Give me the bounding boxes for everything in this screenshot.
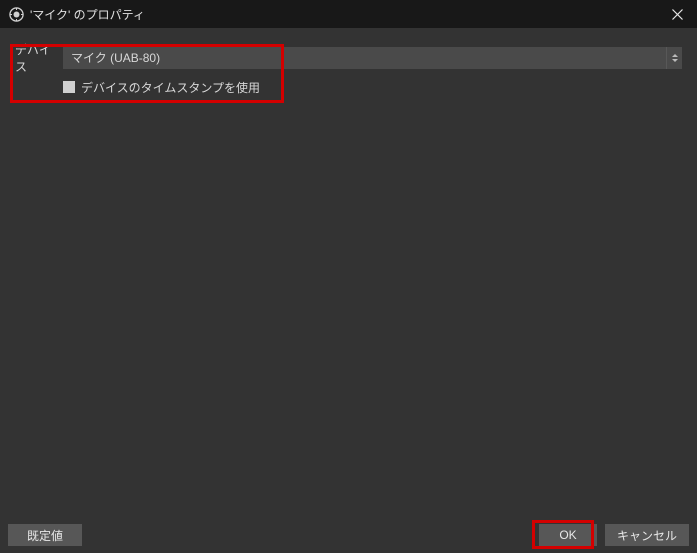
device-select[interactable]: マイク (UAB-80): [63, 47, 682, 69]
device-select-value: マイク (UAB-80): [63, 47, 666, 69]
dialog-footer: 既定値 OK キャンセル: [0, 524, 697, 546]
defaults-button[interactable]: 既定値: [8, 524, 82, 546]
dialog-content: デバイス マイク (UAB-80) デバイスのタイムスタンプを使用: [0, 28, 697, 107]
titlebar: 'マイク' のプロパティ: [0, 0, 697, 28]
device-row: デバイス マイク (UAB-80): [15, 46, 682, 70]
device-label: デバイス: [15, 41, 63, 75]
window-title: 'マイク' のプロパティ: [30, 6, 145, 23]
close-button[interactable]: [657, 0, 697, 28]
timestamp-checkbox[interactable]: [63, 81, 75, 93]
app-icon: [8, 6, 24, 22]
cancel-button[interactable]: キャンセル: [605, 524, 689, 546]
chevron-up-icon: [672, 54, 678, 57]
close-icon: [672, 9, 683, 20]
timestamp-row: デバイスのタイムスタンプを使用: [15, 77, 682, 97]
chevron-down-icon: [672, 59, 678, 62]
device-select-spinner[interactable]: [666, 47, 682, 69]
ok-button[interactable]: OK: [539, 524, 597, 546]
timestamp-checkbox-label[interactable]: デバイスのタイムスタンプを使用: [81, 79, 260, 96]
